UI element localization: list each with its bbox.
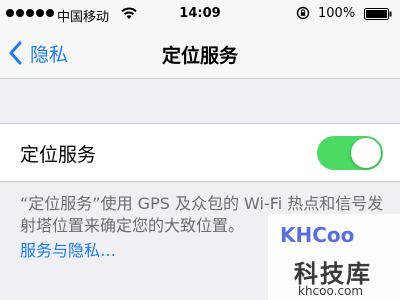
battery-icon bbox=[364, 8, 392, 20]
services-and-privacy-link[interactable]: 服务与隐私… bbox=[20, 237, 116, 261]
watermark: KHCoo 科技库 khcoo.com bbox=[268, 214, 400, 300]
toggle-knob bbox=[351, 138, 381, 168]
location-services-toggle[interactable] bbox=[317, 136, 383, 170]
location-services-row: 定位服务 bbox=[0, 123, 400, 182]
svg-text:KHCoo: KHCoo bbox=[280, 223, 354, 247]
battery-percentage: 100% bbox=[318, 6, 356, 21]
watermark-url: khcoo.com bbox=[298, 284, 364, 298]
page-title: 定位服务 bbox=[161, 45, 238, 67]
location-services-label: 定位服务 bbox=[20, 144, 97, 166]
screen: 中国移动 14:09 100% 隐私 定位服务 定位服务 “定位服务”使用 GP… bbox=[0, 0, 400, 300]
watermark-logo: KHCoo bbox=[280, 223, 354, 247]
status-bar: 中国移动 14:09 100% bbox=[0, 0, 400, 28]
rotation-lock-icon bbox=[296, 6, 310, 20]
navigation-bar: 隐私 定位服务 bbox=[0, 28, 400, 79]
